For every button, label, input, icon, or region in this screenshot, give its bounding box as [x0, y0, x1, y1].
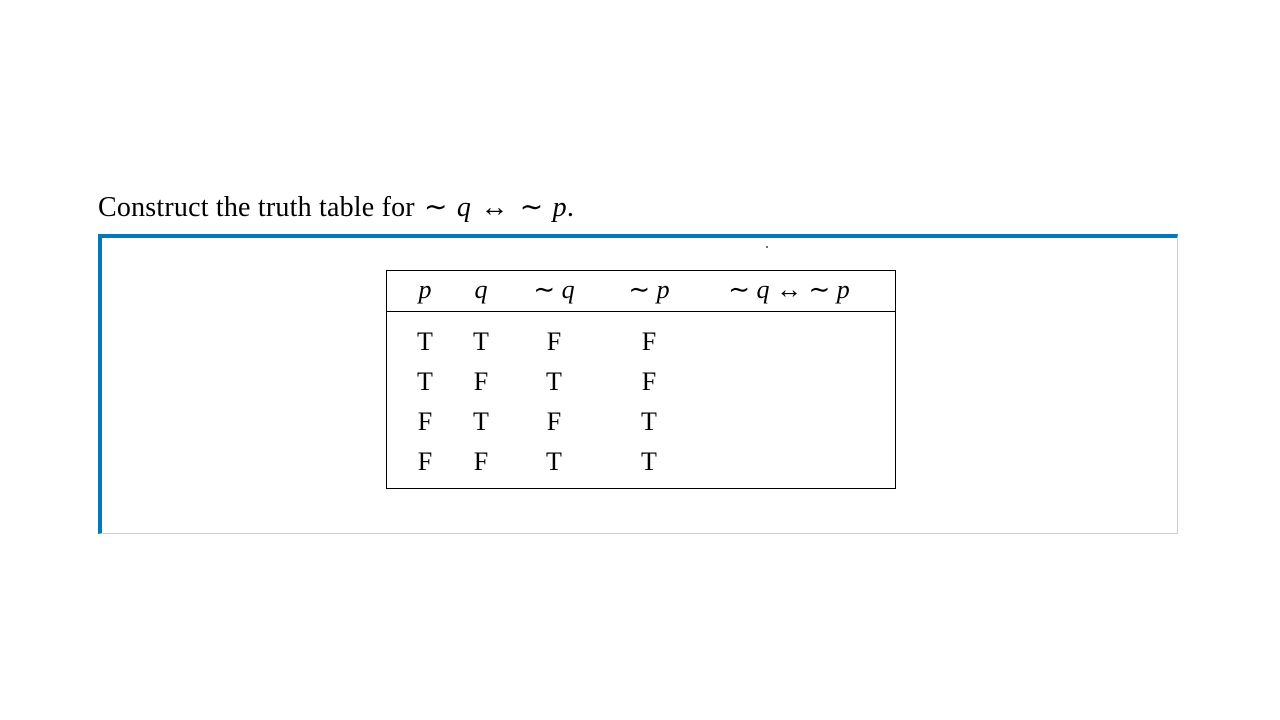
header-not-p: ∼ p	[599, 275, 699, 305]
header-biconditional: ∼ q ↔ ∼ p	[699, 275, 895, 305]
cell-q: T	[453, 327, 509, 357]
cell-q: T	[453, 407, 509, 437]
table-row: T F T F	[387, 362, 895, 402]
cell-not-p: T	[599, 447, 699, 477]
cell-not-q: F	[509, 407, 599, 437]
table-row: F F T T	[387, 442, 895, 482]
table-row: T T F F	[387, 322, 895, 362]
cell-not-q: T	[509, 367, 599, 397]
table-header-row: p q ∼ q ∼ p ∼ q ↔ ∼ p	[387, 271, 895, 312]
prompt-prefix: Construct the truth table for	[98, 192, 422, 223]
cell-q: F	[453, 447, 509, 477]
cell-p: T	[387, 367, 453, 397]
cell-q: F	[453, 367, 509, 397]
cell-not-q: F	[509, 327, 599, 357]
header-q: q	[453, 275, 509, 305]
truth-table: p q ∼ q ∼ p ∼ q ↔ ∼ p T T F F T F T F F	[386, 270, 896, 489]
problem-statement: Construct the truth table for ∼ q ↔ ∼ p.	[98, 190, 574, 224]
stray-dot	[766, 246, 768, 248]
cell-not-q: T	[509, 447, 599, 477]
cell-p: F	[387, 447, 453, 477]
cell-not-p: F	[599, 367, 699, 397]
cell-not-p: F	[599, 327, 699, 357]
table-row: F T F T	[387, 402, 895, 442]
cell-not-p: T	[599, 407, 699, 437]
header-not-q: ∼ q	[509, 275, 599, 305]
table-body: T T F F T F T F F T F T F F	[387, 312, 895, 488]
cell-p: T	[387, 327, 453, 357]
cell-p: F	[387, 407, 453, 437]
header-p: p	[387, 275, 453, 305]
